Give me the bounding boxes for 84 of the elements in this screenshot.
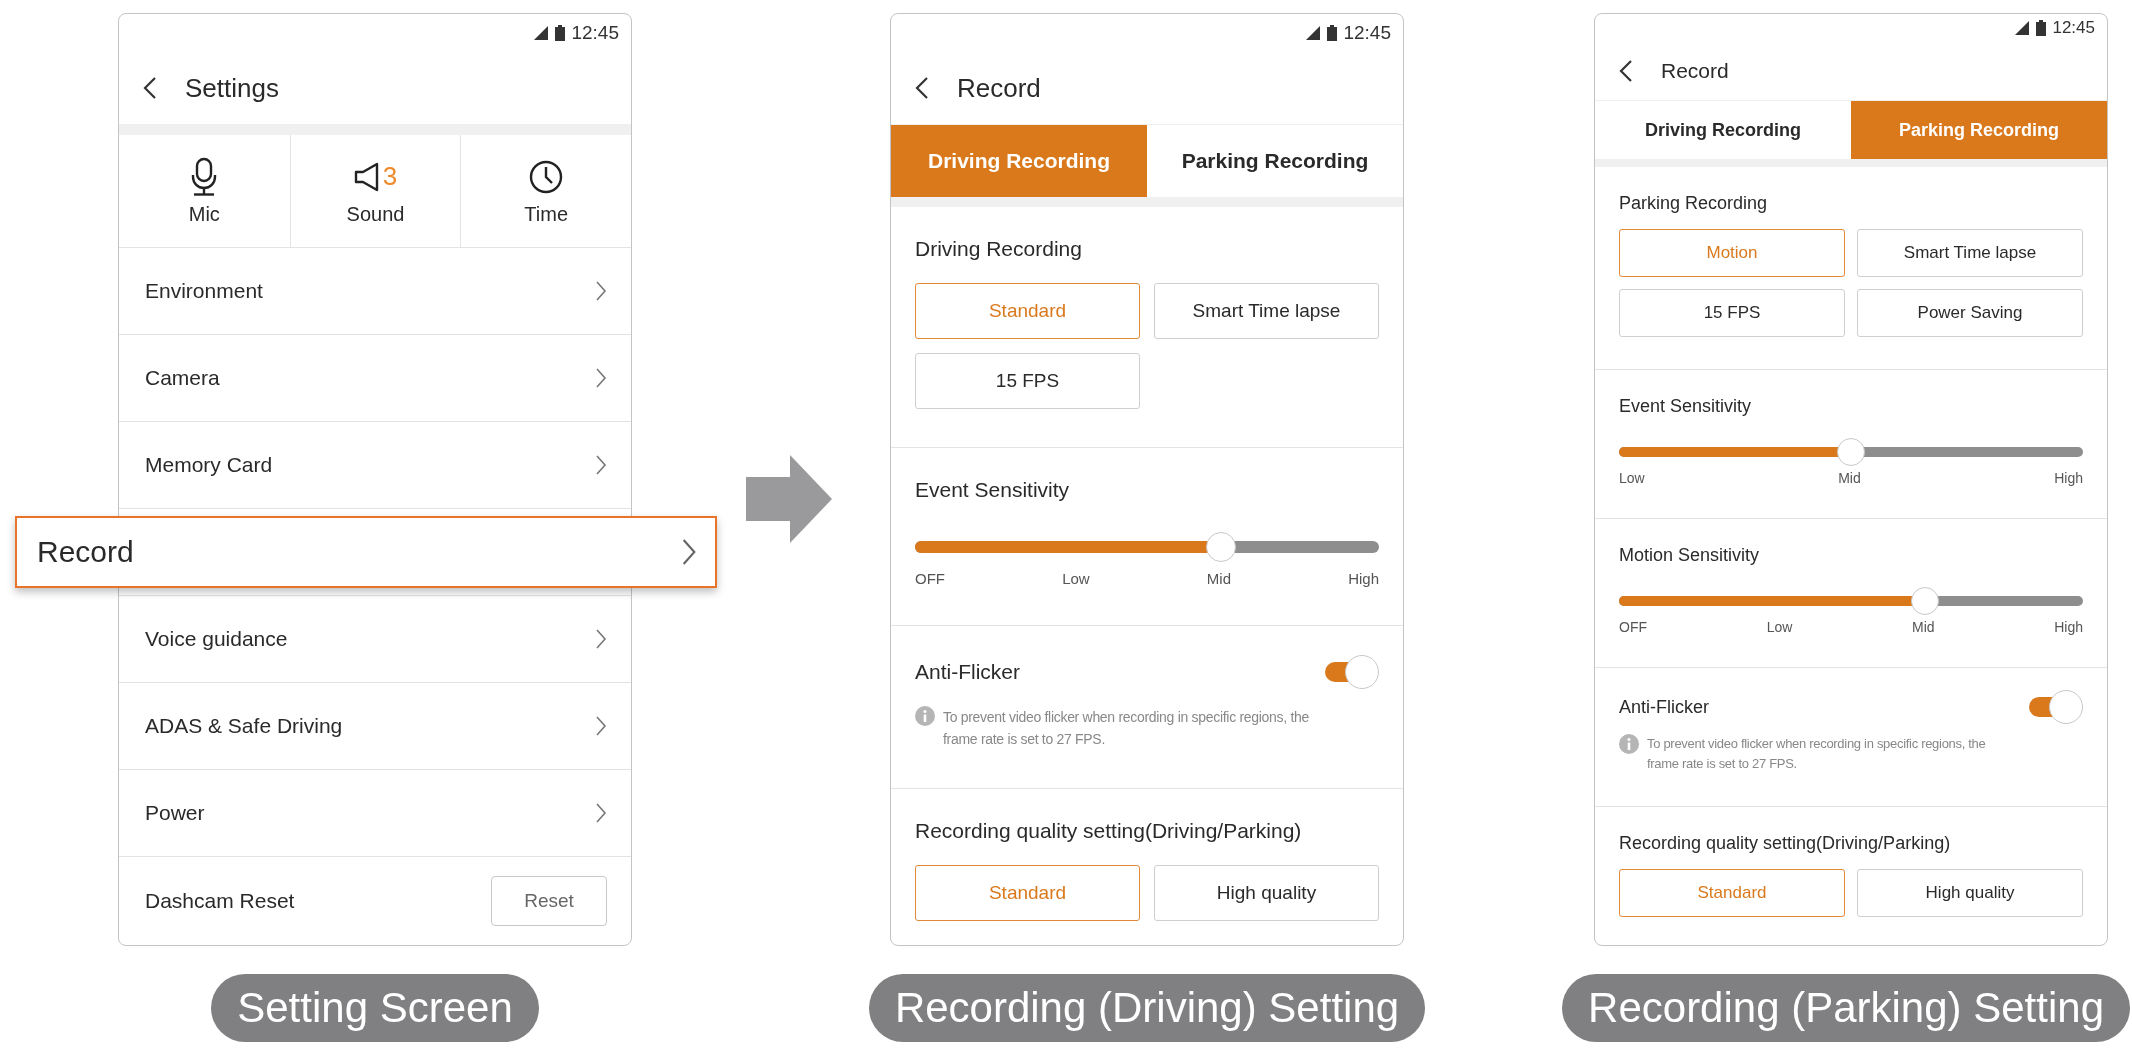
battery-icon	[555, 25, 566, 41]
info-note: To prevent video flicker when recording in specific regions, the frame rate is set to 27 FPS.	[943, 708, 1310, 749]
menu-item[interactable]: Camera	[119, 335, 631, 421]
screen-title: Record	[957, 72, 1041, 104]
slider-thumb[interactable]	[1911, 587, 1940, 615]
menu-item[interactable]: Record	[15, 516, 717, 588]
quick-setting-tile[interactable]: 3 Sound	[289, 135, 461, 247]
section-title: Event Sensitivity	[915, 477, 1071, 503]
slider-tick-label: OFF	[1619, 619, 1647, 635]
section-title: Anti-Flicker	[1619, 696, 1709, 719]
section-title: Motion Sensitivity	[1619, 544, 1761, 567]
chevron-right-icon	[595, 454, 607, 476]
menu-item[interactable]: Power	[119, 770, 631, 856]
chevron-right-icon	[595, 367, 607, 389]
slider[interactable]	[1619, 587, 2083, 615]
section-title: Parking Recording	[1619, 192, 1769, 215]
slider-tick-label: High	[2054, 619, 2083, 635]
toggle-switch[interactable]	[1325, 655, 1379, 689]
slider-tick-label: Low	[1619, 470, 1645, 486]
slider-tick-label: OFF	[915, 570, 945, 587]
status-time: 12:45	[571, 22, 619, 44]
quick-setting-tile[interactable]: Mic	[119, 135, 290, 247]
section-title: Driving Recording	[915, 236, 1083, 262]
option-button[interactable]: 15 FPS	[1619, 289, 1845, 337]
option-button[interactable]: Smart Time lapse	[1154, 283, 1379, 339]
section-title: Anti-Flicker	[915, 659, 1020, 685]
battery-icon	[1327, 25, 1338, 41]
menu-item[interactable]: Voice guidance	[119, 596, 631, 682]
slider-tick-label: Mid	[1206, 570, 1231, 587]
signal-icon	[1305, 25, 1322, 41]
info-icon	[915, 706, 935, 726]
option-button[interactable]: High quality	[1857, 869, 2083, 917]
slider-thumb[interactable]	[1837, 438, 1865, 466]
menu-item[interactable]: Environment	[119, 248, 631, 334]
option-button[interactable]: High quality	[1154, 865, 1379, 921]
info-note: To prevent video flicker when recording in specific regions, the frame rate is set to 27 FPS.	[1647, 735, 1987, 773]
slider-tick-label: High	[1348, 570, 1379, 587]
slider-tick-label: Low	[1062, 570, 1090, 587]
reset-button[interactable]: Reset	[491, 876, 607, 926]
option-button[interactable]: Power Saving	[1857, 289, 2083, 337]
quick-setting-label: Sound	[346, 202, 405, 226]
slider[interactable]	[1619, 438, 2083, 466]
slider[interactable]	[915, 532, 1379, 562]
microphone-icon	[190, 156, 219, 197]
back-icon[interactable]	[143, 76, 157, 100]
section-title: Recording quality setting(Driving/Parking)	[915, 818, 1303, 844]
option-button[interactable]: Smart Time lapse	[1857, 229, 2083, 277]
screen-caption: Recording (Driving) Setting	[868, 974, 1426, 1042]
menu-item[interactable]: Memory Card	[119, 422, 631, 508]
chevron-right-icon	[595, 628, 607, 650]
section-title: Event Sensitivity	[1619, 395, 1753, 418]
screen-title: Settings	[185, 72, 279, 104]
chevron-right-icon	[595, 802, 607, 824]
menu-item[interactable]: ADAS & Safe Driving	[119, 683, 631, 769]
signal-icon	[2014, 20, 2031, 36]
toggle-switch[interactable]	[2029, 690, 2083, 724]
volume-level: 3	[382, 161, 398, 192]
battery-icon	[2036, 20, 2047, 36]
info-icon	[1619, 734, 1639, 754]
slider-tick-label: High	[2054, 470, 2083, 486]
chevron-right-icon	[595, 280, 607, 302]
quick-setting-tile[interactable]: Time	[460, 135, 631, 247]
speaker-icon	[353, 161, 380, 192]
slider-thumb[interactable]	[1206, 532, 1237, 562]
quick-setting-label: Time	[524, 202, 568, 226]
slider-tick-label: Mid	[1911, 619, 1935, 635]
screen-caption: Setting Screen	[211, 974, 539, 1042]
status-time: 12:45	[1343, 22, 1391, 44]
back-icon[interactable]	[915, 76, 929, 100]
slider-tick-label: Low	[1766, 619, 1793, 635]
option-button[interactable]: 15 FPS	[915, 353, 1140, 409]
screen-title: Record	[1661, 59, 1729, 83]
section-title: Recording quality setting(Driving/Parking)	[1619, 832, 1952, 855]
quick-setting-label: Mic	[188, 202, 220, 226]
chevron-right-icon	[595, 715, 607, 737]
screen-caption: Recording (Parking) Setting	[1562, 974, 2130, 1042]
chevron-right-icon	[681, 537, 697, 567]
back-icon[interactable]	[1619, 59, 1633, 83]
slider-tick-label: Mid	[1838, 470, 1861, 486]
clock-icon	[529, 159, 564, 194]
menu-label: Dashcam Reset	[145, 889, 295, 913]
signal-icon	[533, 25, 550, 41]
arrow-right-icon	[746, 455, 832, 543]
status-time: 12:45	[2052, 18, 2095, 38]
